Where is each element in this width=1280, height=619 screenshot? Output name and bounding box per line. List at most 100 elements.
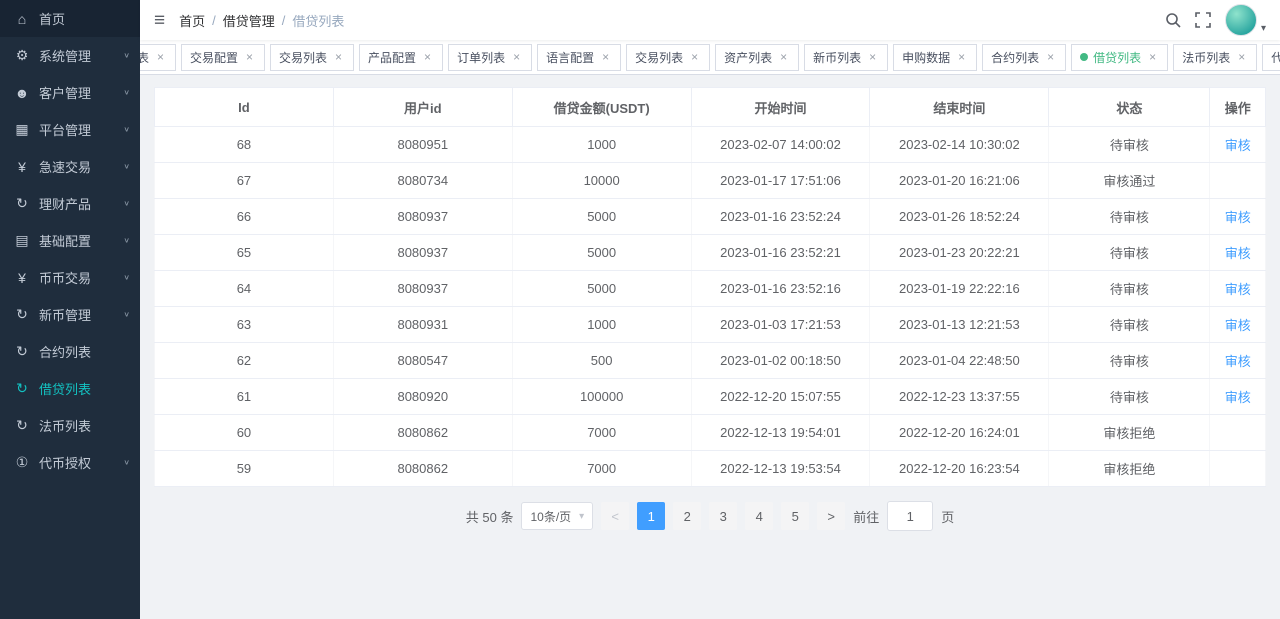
cell-end_time: 2023-02-14 10:30:02: [870, 127, 1049, 163]
close-icon[interactable]: ×: [421, 51, 434, 64]
arrow-left-icon: <: [611, 509, 619, 524]
close-icon[interactable]: ×: [1146, 51, 1159, 64]
cell-action: [1210, 163, 1266, 199]
active-tab-dot: [1080, 53, 1088, 61]
close-icon[interactable]: ×: [1044, 51, 1057, 64]
close-icon[interactable]: ×: [1235, 51, 1248, 64]
goto-page-input[interactable]: [887, 501, 933, 531]
refresh-icon: ↻: [14, 417, 30, 434]
review-link[interactable]: 审核: [1225, 354, 1251, 369]
sidebar-item-new-coin-manage[interactable]: ↻新币管理∨: [0, 296, 140, 333]
tab-item[interactable]: 合约列表×: [982, 44, 1066, 71]
tab-loan-list[interactable]: 借贷列表×: [1071, 44, 1168, 71]
tab-item[interactable]: 列表 ×: [140, 44, 176, 71]
cell-end_time: 2023-01-04 22:48:50: [870, 343, 1049, 379]
breadcrumb-loan-list: 借贷列表: [292, 11, 344, 30]
page-button-3[interactable]: 3: [709, 502, 737, 530]
tab-label: 列表: [140, 49, 149, 66]
tab-item[interactable]: 交易配置×: [181, 44, 265, 71]
goto-suffix: 页: [941, 507, 954, 526]
app-window: ⌂首页⚙系统管理∨☻客户管理∨▦平台管理∨¥急速交易∨↻理财产品∨▤基础配置∨¥…: [0, 0, 1280, 619]
tab-item[interactable]: 代币列表×: [1262, 44, 1280, 71]
review-link[interactable]: 审核: [1225, 318, 1251, 333]
cell-status: 待审核: [1049, 343, 1210, 379]
breadcrumb-home[interactable]: 首页: [179, 11, 205, 30]
page-button-2[interactable]: 2: [673, 502, 701, 530]
sidebar-item-contract-list[interactable]: ↻合约列表: [0, 333, 140, 370]
review-link[interactable]: 审核: [1225, 282, 1251, 297]
cell-user_id: 8080937: [333, 271, 512, 307]
refresh-icon: ↻: [14, 195, 30, 212]
close-icon[interactable]: ×: [332, 51, 345, 64]
page-button-4[interactable]: 4: [745, 502, 773, 530]
refresh-icon: ↻: [14, 306, 30, 323]
next-page-button[interactable]: >: [817, 502, 845, 530]
tab-item[interactable]: 资产列表 ×: [715, 44, 799, 71]
review-link[interactable]: 审核: [1225, 138, 1251, 153]
cell-id: 60: [155, 415, 334, 451]
close-icon[interactable]: ×: [688, 51, 701, 64]
sidebar-menu: ⌂首页⚙系统管理∨☻客户管理∨▦平台管理∨¥急速交易∨↻理财产品∨▤基础配置∨¥…: [0, 0, 140, 481]
caret-down-icon: ▾: [579, 511, 584, 522]
cell-action: 审核: [1210, 235, 1266, 271]
sidebar-item-fiat-list[interactable]: ↻ 法币列表: [0, 407, 140, 444]
close-icon[interactable]: ×: [510, 51, 523, 64]
fullscreen-icon[interactable]: [1195, 12, 1211, 28]
tab-label: 订单列表: [457, 49, 505, 66]
page-button-5[interactable]: 5: [781, 502, 809, 530]
sidebar-item-label: 代币授权: [39, 453, 119, 472]
cell-status: 审核拒绝: [1049, 451, 1210, 487]
close-icon[interactable]: ×: [866, 51, 879, 64]
sidebar-item-platform-manage[interactable]: ▦平台管理∨: [0, 111, 140, 148]
cell-start_time: 2023-01-02 00:18:50: [691, 343, 870, 379]
cell-status: 待审核: [1049, 307, 1210, 343]
close-icon[interactable]: ×: [243, 51, 256, 64]
page-size-select[interactable]: 10条/页 ▾: [521, 502, 593, 530]
coin-icon: ①: [14, 454, 30, 471]
column-header: 用户id: [333, 88, 512, 127]
sidebar-item-system-manage[interactable]: ⚙系统管理∨: [0, 37, 140, 74]
sidebar-item-token-auth[interactable]: ①代币授权∨: [0, 444, 140, 481]
cell-amount: 5000: [512, 199, 691, 235]
sidebar-item-label: 法币列表: [39, 416, 130, 435]
prev-page-button[interactable]: <: [601, 502, 629, 530]
sidebar-item-label: 理财产品: [39, 194, 119, 213]
search-icon[interactable]: [1165, 12, 1181, 28]
tab-item[interactable]: 新币列表×: [804, 44, 888, 71]
cell-amount: 7000: [512, 415, 691, 451]
review-link[interactable]: 审核: [1225, 210, 1251, 225]
avatar[interactable]: [1225, 4, 1257, 36]
tab-item[interactable]: 申购数据×: [893, 44, 977, 71]
sidebar-item-finance-product[interactable]: ↻理财产品∨: [0, 185, 140, 222]
cell-amount: 100000: [512, 379, 691, 415]
tab-item[interactable]: 法币列表×: [1173, 44, 1257, 71]
loan-table: Id用户id借贷金额(USDT)开始时间结束时间状态操作 68808095110…: [154, 87, 1266, 487]
review-link[interactable]: 审核: [1225, 246, 1251, 261]
sidebar-item-coin-trade[interactable]: ¥币币交易∨: [0, 259, 140, 296]
tab-item[interactable]: 订单列表 ×: [448, 44, 532, 71]
cell-id: 62: [155, 343, 334, 379]
cell-end_time: 2022-12-23 13:37:55: [870, 379, 1049, 415]
sidebar-item-loan-list[interactable]: ↻借贷列表: [0, 370, 140, 407]
yen-icon: ¥: [14, 270, 30, 286]
tab-item[interactable]: 交易列表×: [270, 44, 354, 71]
close-icon[interactable]: ×: [955, 51, 968, 64]
tab-item[interactable]: 语言配置×: [537, 44, 621, 71]
cell-id: 59: [155, 451, 334, 487]
table-row: 66808093750002023-01-16 23:52:242023-01-…: [155, 199, 1266, 235]
sidebar-item-home[interactable]: ⌂首页: [0, 0, 140, 37]
page-button-1[interactable]: 1: [637, 502, 665, 530]
tab-item[interactable]: 交易列表×: [626, 44, 710, 71]
close-icon[interactable]: ×: [777, 51, 790, 64]
tab-label: 资产列表: [724, 49, 772, 66]
close-icon[interactable]: ×: [599, 51, 612, 64]
sidebar-item-base-config[interactable]: ▤基础配置∨: [0, 222, 140, 259]
close-icon[interactable]: ×: [154, 51, 167, 64]
user-menu[interactable]: ▾: [1225, 4, 1266, 36]
sidebar-item-customer-manage[interactable]: ☻客户管理∨: [0, 74, 140, 111]
menu-icon[interactable]: ≡: [154, 11, 165, 30]
review-link[interactable]: 审核: [1225, 390, 1251, 405]
tab-item[interactable]: 产品配置×: [359, 44, 443, 71]
sidebar-item-fast-trade[interactable]: ¥急速交易∨: [0, 148, 140, 185]
table-row: 63808093110002023-01-03 17:21:532023-01-…: [155, 307, 1266, 343]
